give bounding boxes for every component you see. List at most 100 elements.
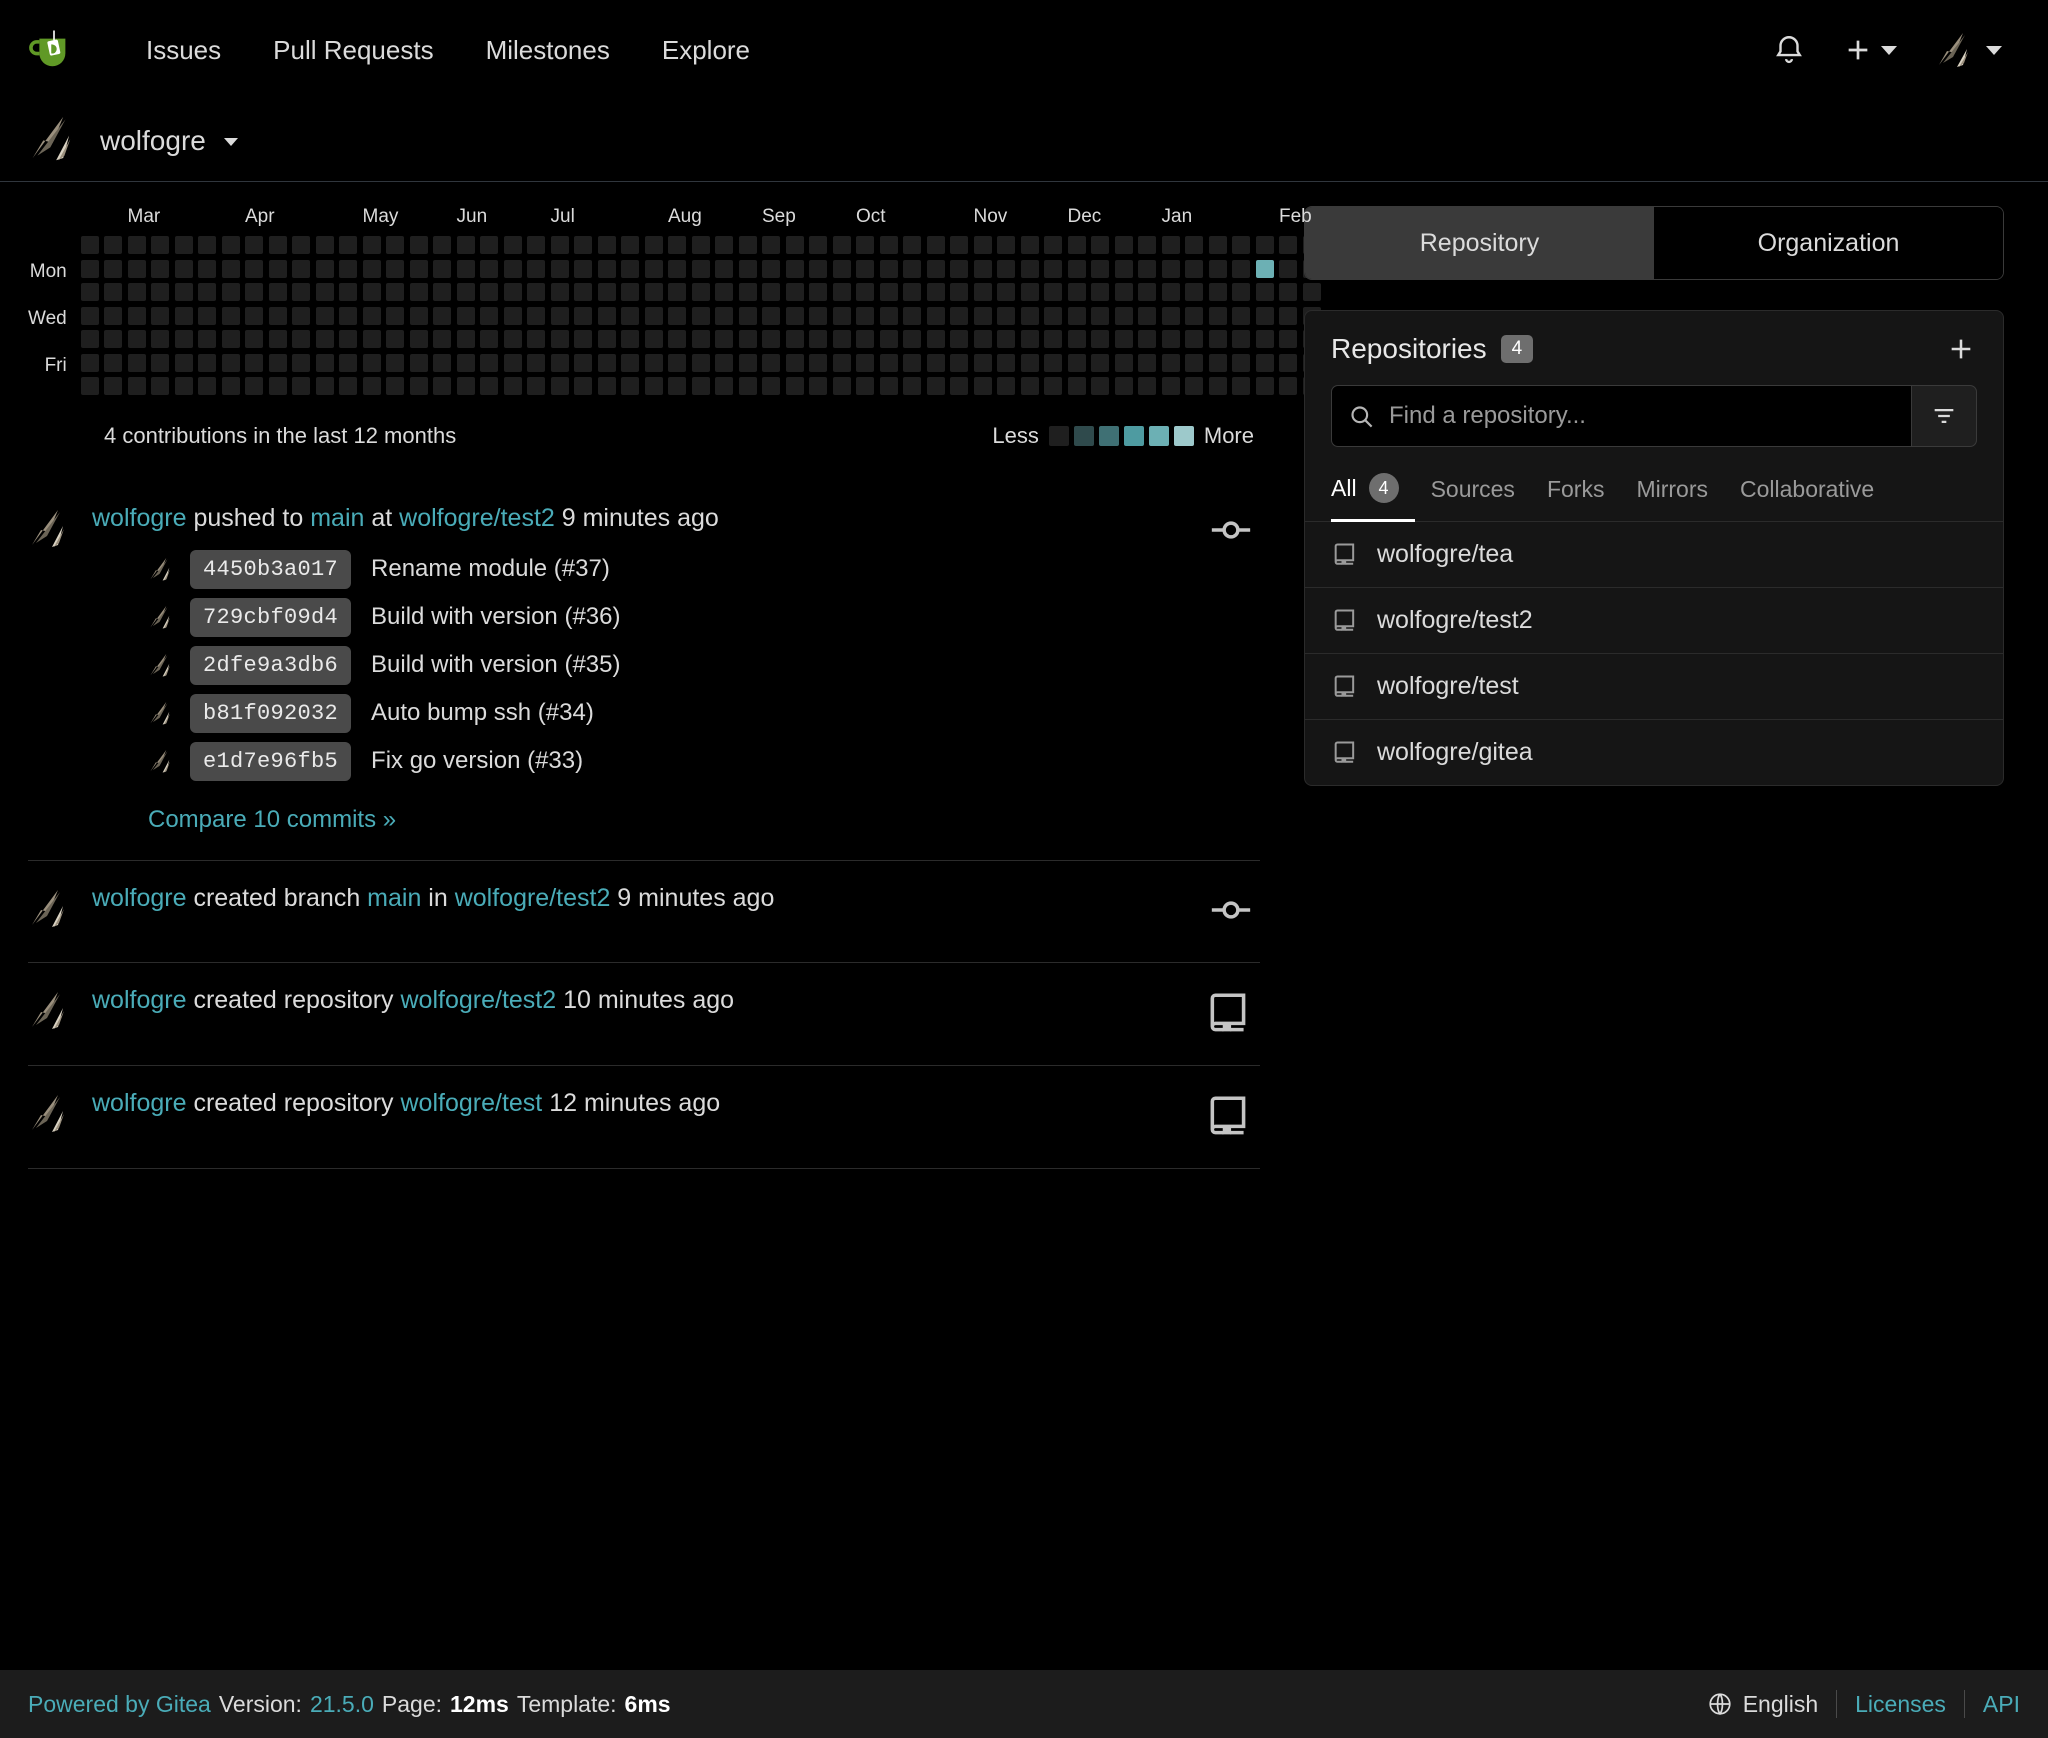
- repository-list-item[interactable]: wolfogre/tea: [1305, 522, 2003, 588]
- heatmap-cell[interactable]: [292, 377, 311, 395]
- heatmap-cell[interactable]: [174, 283, 193, 301]
- tab-repository[interactable]: Repository: [1305, 207, 1654, 279]
- heatmap-cell[interactable]: [1091, 306, 1110, 325]
- heatmap-cell[interactable]: [315, 353, 334, 372]
- heatmap-cell[interactable]: [621, 353, 640, 372]
- heatmap-cell[interactable]: [362, 259, 381, 278]
- heatmap-cell[interactable]: [151, 330, 170, 348]
- heatmap-cell[interactable]: [386, 283, 405, 301]
- heatmap-cell[interactable]: [832, 259, 851, 278]
- heatmap-cell[interactable]: [832, 283, 851, 301]
- heatmap-cell[interactable]: [409, 236, 428, 254]
- heatmap-cell[interactable]: [104, 259, 123, 278]
- heatmap-cell[interactable]: [1185, 377, 1204, 395]
- heatmap-cell[interactable]: [1044, 259, 1063, 278]
- heatmap-cell[interactable]: [973, 377, 992, 395]
- heatmap-cell[interactable]: [1161, 330, 1180, 348]
- heatmap-cell[interactable]: [1020, 377, 1039, 395]
- heatmap-cell[interactable]: [738, 283, 757, 301]
- heatmap-cell[interactable]: [527, 330, 546, 348]
- heatmap-cell[interactable]: [1185, 306, 1204, 325]
- heatmap-cell[interactable]: [832, 306, 851, 325]
- heatmap-cell[interactable]: [926, 330, 945, 348]
- heatmap-cell[interactable]: [80, 353, 99, 372]
- heatmap-cell[interactable]: [644, 330, 663, 348]
- nav-link-explore[interactable]: Explore: [636, 25, 776, 76]
- feed-repo-link[interactable]: wolfogre/test2: [455, 884, 611, 912]
- heatmap-cell[interactable]: [174, 306, 193, 325]
- heatmap-cell[interactable]: [104, 377, 123, 395]
- heatmap-cell[interactable]: [268, 377, 287, 395]
- heatmap-cell[interactable]: [644, 236, 663, 254]
- heatmap-cell[interactable]: [527, 283, 546, 301]
- heatmap-cell[interactable]: [973, 353, 992, 372]
- heatmap-cell[interactable]: [997, 236, 1016, 254]
- tab-organization[interactable]: Organization: [1654, 207, 2003, 279]
- heatmap-cell[interactable]: [809, 236, 828, 254]
- heatmap-cell[interactable]: [1020, 283, 1039, 301]
- heatmap-cell[interactable]: [1208, 377, 1227, 395]
- heatmap-cell[interactable]: [1138, 330, 1157, 348]
- heatmap-cell[interactable]: [1185, 353, 1204, 372]
- heatmap-cell[interactable]: [245, 353, 264, 372]
- heatmap-cell[interactable]: [856, 330, 875, 348]
- heatmap-cell[interactable]: [832, 353, 851, 372]
- heatmap-cell[interactable]: [127, 377, 146, 395]
- heatmap-cell[interactable]: [668, 306, 687, 325]
- heatmap-cell[interactable]: [362, 377, 381, 395]
- heatmap-cell[interactable]: [151, 306, 170, 325]
- heatmap-cell[interactable]: [950, 353, 969, 372]
- heatmap-cell[interactable]: [1232, 353, 1251, 372]
- heatmap-cell[interactable]: [1138, 306, 1157, 325]
- heatmap-cell[interactable]: [621, 306, 640, 325]
- heatmap-cell[interactable]: [644, 259, 663, 278]
- heatmap-cell[interactable]: [292, 236, 311, 254]
- heatmap-cell[interactable]: [1138, 353, 1157, 372]
- heatmap-cell[interactable]: [221, 330, 240, 348]
- heatmap-cell[interactable]: [973, 306, 992, 325]
- heatmap-cell[interactable]: [926, 306, 945, 325]
- heatmap-cell[interactable]: [574, 259, 593, 278]
- commit-sha[interactable]: 729cbf09d4: [190, 597, 352, 637]
- heatmap-cell[interactable]: [926, 236, 945, 254]
- heatmap-cell[interactable]: [785, 236, 804, 254]
- heatmap-cell[interactable]: [80, 377, 99, 395]
- heatmap-cell[interactable]: [597, 306, 616, 325]
- heatmap-cell[interactable]: [762, 236, 781, 254]
- heatmap-cell[interactable]: [456, 306, 475, 325]
- heatmap-cell[interactable]: [1091, 377, 1110, 395]
- feed-actor-link[interactable]: wolfogre: [92, 1089, 187, 1117]
- heatmap-cell[interactable]: [997, 259, 1016, 278]
- heatmap-cell[interactable]: [480, 283, 499, 301]
- heatmap-cell[interactable]: [433, 236, 452, 254]
- heatmap-cell[interactable]: [104, 353, 123, 372]
- heatmap-cell[interactable]: [715, 283, 734, 301]
- heatmap-cell[interactable]: [151, 236, 170, 254]
- heatmap-cell[interactable]: [221, 377, 240, 395]
- heatmap-cell[interactable]: [644, 353, 663, 372]
- heatmap-cell[interactable]: [456, 283, 475, 301]
- heatmap-cell[interactable]: [879, 236, 898, 254]
- heatmap-cell[interactable]: [1067, 283, 1086, 301]
- heatmap-cell[interactable]: [762, 306, 781, 325]
- heatmap-cell[interactable]: [1138, 259, 1157, 278]
- search-input[interactable]: [1389, 402, 1895, 430]
- heatmap-cell[interactable]: [973, 283, 992, 301]
- heatmap-cell[interactable]: [668, 377, 687, 395]
- heatmap-cell[interactable]: [386, 259, 405, 278]
- heatmap-cell[interactable]: [1067, 330, 1086, 348]
- heatmap-cell[interactable]: [503, 236, 522, 254]
- nav-link-issues[interactable]: Issues: [120, 25, 247, 76]
- heatmap-cell[interactable]: [409, 377, 428, 395]
- heatmap-cell[interactable]: [997, 330, 1016, 348]
- heatmap-cell[interactable]: [1208, 306, 1227, 325]
- heatmap-cell[interactable]: [1255, 306, 1274, 325]
- heatmap-cell[interactable]: [668, 283, 687, 301]
- heatmap-cell[interactable]: [151, 259, 170, 278]
- heatmap-cell[interactable]: [597, 353, 616, 372]
- heatmap-cell[interactable]: [1255, 236, 1274, 254]
- heatmap-cell[interactable]: [1114, 283, 1133, 301]
- heatmap-cell[interactable]: [903, 330, 922, 348]
- heatmap-cell[interactable]: [315, 283, 334, 301]
- heatmap-cell[interactable]: [973, 259, 992, 278]
